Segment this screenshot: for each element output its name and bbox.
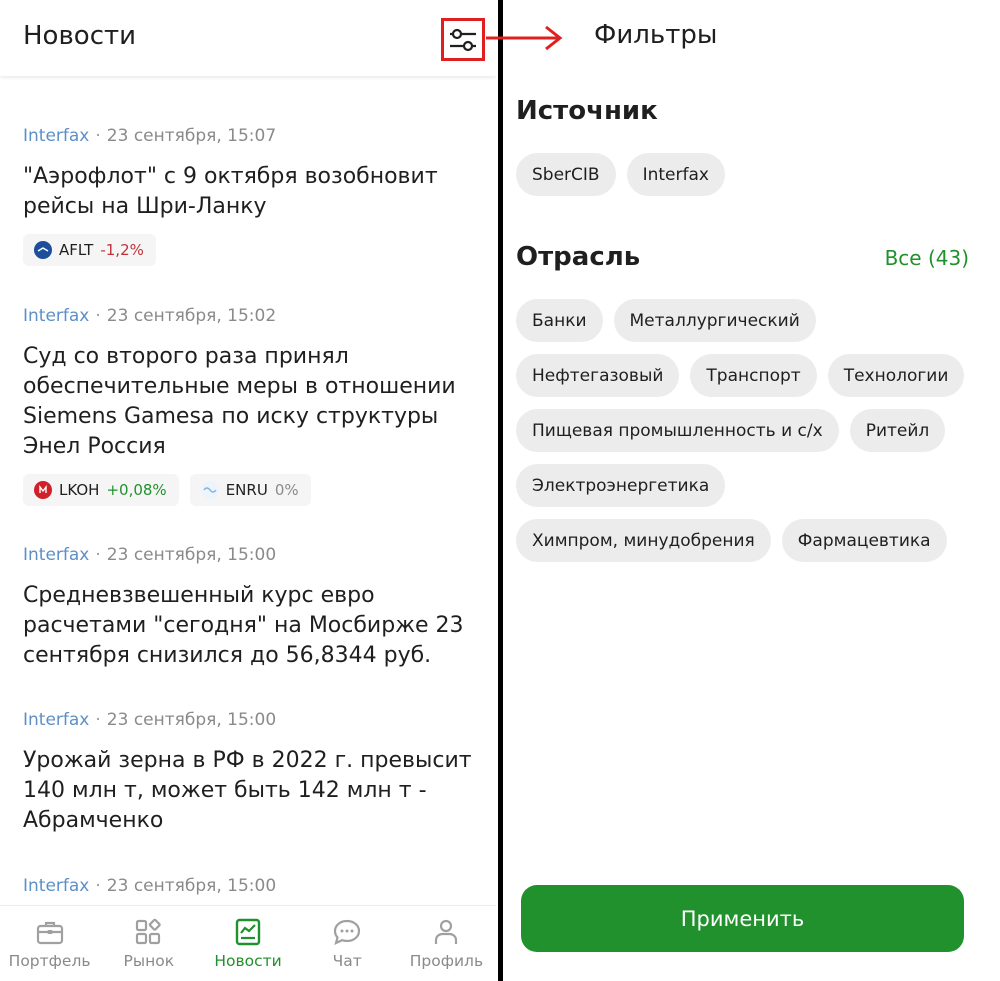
industry-chip[interactable]: Химпром, минудобрения bbox=[516, 519, 771, 562]
nav-label: Профиль bbox=[409, 952, 484, 970]
filter-sliders-icon bbox=[450, 28, 476, 51]
industry-chip[interactable]: Транспорт bbox=[690, 354, 817, 397]
news-screen: Новости Interfax · 23 сентября, 15:07 "Аэр… bbox=[0, 0, 496, 981]
news-item[interactable]: Interfax · 23 сентября, 15:00 bbox=[23, 875, 478, 897]
ticker-change: -1,2% bbox=[100, 241, 144, 259]
all-industries-link[interactable]: Все (43) bbox=[885, 246, 969, 270]
source-chips: SberCIB Interfax bbox=[516, 153, 986, 208]
news-time: 23 сентября, 15:00 bbox=[106, 876, 277, 896]
news-source: Interfax bbox=[23, 710, 90, 730]
source-chip[interactable]: Interfax bbox=[626, 153, 725, 196]
news-time: 23 сентября, 15:00 bbox=[106, 545, 277, 565]
filters-title: Фильтры bbox=[594, 20, 718, 50]
news-meta: Interfax · 23 сентября, 15:00 bbox=[23, 545, 277, 565]
arrow-right-icon bbox=[486, 25, 563, 50]
news-meta: Interfax · 23 сентября, 15:00 bbox=[23, 710, 277, 730]
industry-chip[interactable]: Технологии bbox=[827, 354, 965, 397]
lukoil-logo-icon bbox=[34, 481, 52, 499]
ticker-symbol: AFLT bbox=[59, 241, 94, 259]
news-item[interactable]: Interfax · 23 сентября, 15:00 Средневзвеше… bbox=[23, 544, 478, 671]
bottom-navigation: Портфель Рынок Новости Чат Профиль bbox=[0, 905, 496, 981]
industry-chip[interactable]: Пищевая промышленность и с/х bbox=[516, 409, 839, 452]
nav-label: Новости bbox=[214, 952, 282, 970]
nav-item-market[interactable]: Рынок bbox=[99, 906, 198, 981]
briefcase-icon bbox=[36, 921, 63, 945]
screen-divider bbox=[498, 0, 503, 981]
page-title: Новости bbox=[23, 21, 137, 51]
industry-chips: Банки Металлургический Нефтегазовый Тран… bbox=[516, 299, 986, 574]
news-headline: Суд со второго раза принял обеспечительн… bbox=[23, 344, 456, 459]
news-source: Interfax bbox=[23, 126, 90, 146]
industry-heading: Отрасль bbox=[516, 242, 641, 272]
news-source: Interfax bbox=[23, 306, 90, 326]
news-headline: "Аэрофлот" с 9 октября возобновит рейсы … bbox=[23, 164, 438, 219]
enel-logo-icon bbox=[200, 481, 219, 499]
nav-item-news[interactable]: Новости bbox=[198, 906, 297, 981]
industry-chip[interactable]: Ритейл bbox=[849, 409, 946, 452]
ticker-chip[interactable]: AFLT -1,2% bbox=[23, 234, 156, 266]
news-headline: Урожай зерна в РФ в 2022 г. превысит 140… bbox=[23, 748, 472, 833]
apply-button[interactable]: Применить bbox=[521, 885, 964, 952]
industry-chip[interactable]: Банки bbox=[516, 299, 603, 342]
nav-label: Рынок bbox=[123, 952, 175, 970]
source-chip[interactable]: SberCIB bbox=[516, 153, 616, 196]
aeroflot-logo-icon bbox=[34, 241, 52, 259]
news-chart-icon bbox=[235, 918, 261, 946]
ticker-symbol: LKOH bbox=[59, 481, 100, 499]
market-grid-icon bbox=[135, 918, 161, 945]
news-headline: Средневзвешенный курс евро расчетами "се… bbox=[23, 583, 464, 668]
filters-screen: Фильтры Источник SberCIB Interfax Отрасл… bbox=[503, 0, 1000, 981]
ticker-chip[interactable]: LKOH +0,08% bbox=[23, 474, 179, 506]
news-meta: Interfax · 23 сентября, 15:00 bbox=[23, 876, 277, 896]
nav-item-portfolio[interactable]: Портфель bbox=[0, 906, 99, 981]
industry-chip[interactable]: Электроэнергетика bbox=[516, 464, 726, 507]
news-meta: Interfax · 23 сентября, 15:02 bbox=[23, 306, 277, 326]
profile-icon bbox=[435, 919, 458, 944]
filter-button[interactable] bbox=[441, 18, 485, 61]
industry-chip[interactable]: Фармацевтика bbox=[781, 519, 947, 562]
news-item[interactable]: Interfax · 23 сентября, 15:00 Урожай зерна… bbox=[23, 709, 478, 836]
news-time: 23 сентября, 15:00 bbox=[106, 710, 277, 730]
industry-chip[interactable]: Нефтегазовый bbox=[516, 354, 680, 397]
nav-item-chat[interactable]: Чат bbox=[298, 906, 397, 981]
ticker-chip[interactable]: ENRU 0% bbox=[189, 474, 311, 506]
source-heading: Источник bbox=[516, 96, 658, 126]
news-time: 23 сентября, 15:02 bbox=[106, 306, 277, 326]
chat-icon bbox=[334, 919, 361, 946]
news-source: Interfax bbox=[23, 876, 90, 896]
nav-label: Портфель bbox=[8, 952, 91, 970]
ticker-change: 0% bbox=[274, 481, 299, 499]
nav-label: Чат bbox=[332, 952, 362, 970]
news-header: Новости bbox=[0, 0, 496, 76]
nav-item-profile[interactable]: Профиль bbox=[397, 906, 496, 981]
news-meta: Interfax · 23 сентября, 15:07 bbox=[23, 126, 277, 146]
ticker-symbol: ENRU bbox=[225, 481, 268, 499]
industry-chip[interactable]: Металлургический bbox=[613, 299, 816, 342]
ticker-change: +0,08% bbox=[106, 481, 167, 499]
news-source: Interfax bbox=[23, 545, 90, 565]
news-item[interactable]: Interfax · 23 сентября, 15:02 Суд со второ… bbox=[23, 305, 478, 506]
news-item[interactable]: Interfax · 23 сентября, 15:07 "Аэрофлот" с… bbox=[23, 125, 478, 266]
news-time: 23 сентября, 15:07 bbox=[106, 126, 277, 146]
